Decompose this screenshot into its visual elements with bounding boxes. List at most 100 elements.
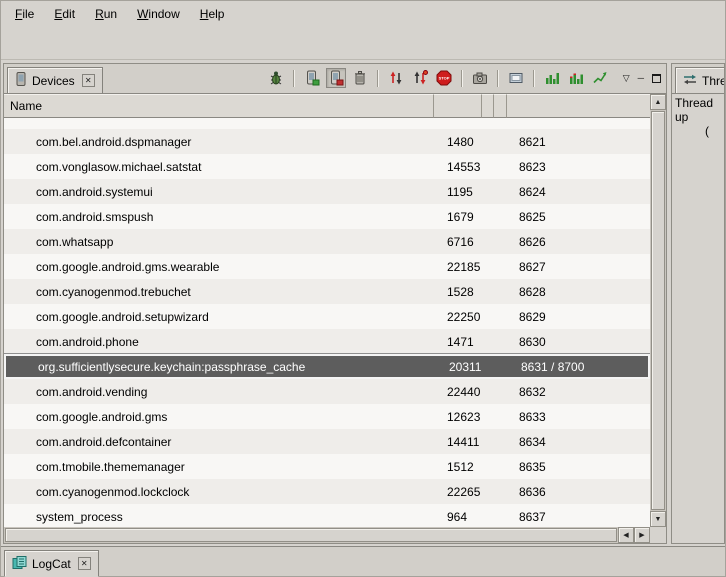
process-row[interactable]: com.google.android.setupwizard22250 8629 [4,304,650,329]
cell: 1679 [434,210,482,224]
cell: 22440 [434,385,482,399]
tab-logcat-label: LogCat [32,557,71,571]
toolbar-separator [293,70,295,87]
menu-window[interactable]: Window [127,2,190,26]
cell: 8623 [507,160,650,174]
cell: 22250 [434,310,482,324]
menu-edit[interactable]: Edit [44,2,85,26]
tab-logcat[interactable]: LogCat ✕ [4,550,99,577]
menubar: File Edit Run Window Help [1,1,725,27]
cell: 1471 [434,335,482,349]
toolbar-separator [533,70,535,87]
heap-bars-icon[interactable] [566,68,586,88]
cell: com.google.android.setupwizard [4,310,434,324]
process-row[interactable]: com.cyanogenmod.trebuchet15288628 [4,279,650,304]
cell: com.bel.android.dspmanager [4,135,434,149]
bottom-tabbar: LogCat ✕ [1,546,725,576]
cell: 12623 [434,410,482,424]
cell: 8625 [507,210,650,224]
method-profiling-icon[interactable] [410,68,430,88]
devices-toolbar: STOP [266,68,661,88]
cell: 22265 [434,485,482,499]
process-row[interactable]: org.sufficientlysecure.keychain:passphra… [4,354,650,379]
column-header[interactable] [494,94,507,118]
process-row[interactable]: com.tmobile.thememanager15128635 [4,454,650,479]
toolbar-separator [461,70,463,87]
vertical-scrollbar-thumb[interactable] [651,111,665,510]
process-row[interactable]: com.android.defcontainer144118634 [4,429,650,454]
menu-help[interactable]: Help [190,2,235,26]
close-icon[interactable]: ✕ [78,557,91,570]
process-row[interactable]: com.cyanogenmod.lockclock222658636 [4,479,650,504]
screen-capture-icon[interactable] [470,68,490,88]
scroll-left-icon[interactable]: ◀ [618,527,634,543]
cell: com.android.vending [4,385,434,399]
column-header[interactable] [482,94,494,118]
cell: 8635 [507,460,650,474]
horizontal-scrollbar-thumb[interactable] [5,528,617,542]
chart-line-icon[interactable] [590,68,610,88]
scroll-down-icon[interactable]: ▼ [650,511,666,527]
column-header-pid[interactable] [434,94,482,118]
cell: 8633 [507,410,650,424]
column-header-port[interactable] [507,94,650,118]
process-list: com.bel.android.dspmanager14808621com.vo… [4,118,650,527]
maximize-icon[interactable] [652,74,661,83]
cell: 8628 [507,285,650,299]
app-window: File Edit Run Window Help Devices ✕ [0,0,726,577]
threads-tabbar: Threads [672,64,724,94]
scrolled-row-remainder [4,118,650,129]
scroll-up-icon[interactable]: ▲ [650,94,666,110]
cell: 8634 [507,435,650,449]
cell: com.google.android.gms.wearable [4,260,434,274]
process-row[interactable]: com.android.systemui11958624 [4,179,650,204]
horizontal-scrollbar[interactable]: ◀ ▶ [4,527,650,543]
cell: 1512 [434,460,482,474]
process-row[interactable]: com.android.smspush1679 8625 [4,204,650,229]
dump-hprof-icon[interactable] [326,68,346,88]
close-icon[interactable]: ✕ [82,74,95,87]
tab-devices[interactable]: Devices ✕ [7,67,103,94]
process-row[interactable]: com.android.vending22440 8632 [4,379,650,404]
menu-run[interactable]: Run [85,2,127,26]
cause-gc-icon[interactable] [350,68,370,88]
cell: 1195 [434,185,482,199]
cell: com.vonglasow.michael.satstat [4,160,434,174]
process-row[interactable]: com.google.android.gms.wearable221858627 [4,254,650,279]
cell: 8632 [507,385,650,399]
cell: 1480 [434,135,482,149]
process-row[interactable]: com.whatsapp67168626 [4,229,650,254]
update-threads-icon[interactable] [386,68,406,88]
view-menu-icon[interactable]: ▽ [623,74,630,83]
cell: com.cyanogenmod.lockclock [4,485,434,499]
process-row[interactable]: com.bel.android.dspmanager14808621 [4,129,650,154]
toolbar-separator [497,70,499,87]
process-row[interactable]: com.google.android.gms126238633 [4,404,650,429]
main-area: Devices ✕ [1,61,725,546]
column-header-name[interactable]: Name [4,94,434,118]
minimize-icon[interactable]: ─ [638,74,644,83]
cell: com.whatsapp [4,235,434,249]
tab-threads[interactable]: Threads [675,67,724,94]
update-heap-icon[interactable] [302,68,322,88]
cell: 964 [434,510,482,524]
process-row[interactable]: com.vonglasow.michael.satstat145538623 [4,154,650,179]
vertical-scrollbar[interactable]: ▲ ▼ [650,94,666,527]
cell: 22185 [434,260,482,274]
toolbar-separator [377,70,379,87]
menu-file[interactable]: File [5,2,44,26]
device-icon [15,72,27,89]
hierarchy-view-icon[interactable] [506,68,526,88]
cell: 8631 / 8700 [509,360,648,374]
cell: 8629 [507,310,650,324]
cell: 20311 [436,360,484,374]
threads-view: Threads Thread up ( [671,63,725,544]
cell: com.android.phone [4,335,434,349]
stop-process-icon[interactable]: STOP [434,68,454,88]
process-row[interactable]: com.android.phone14718630 [4,329,650,354]
scroll-right-icon[interactable]: ▶ [634,527,650,543]
thread-bars-icon[interactable] [542,68,562,88]
process-row[interactable]: system_process9648637 [4,504,650,527]
cell: com.android.smspush [4,210,434,224]
debug-process-icon[interactable] [266,68,286,88]
